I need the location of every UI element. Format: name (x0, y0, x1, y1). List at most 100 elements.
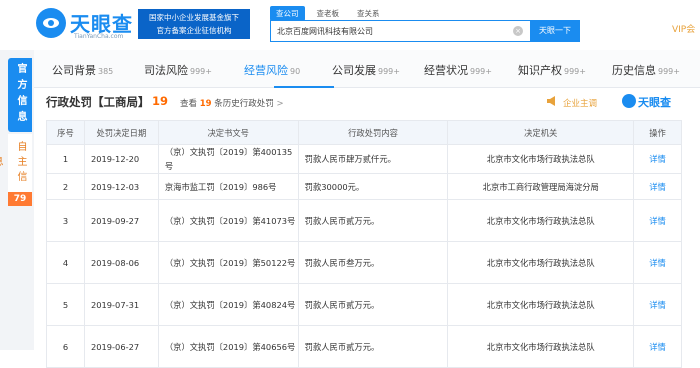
sidebar-self-info-badge: 79 (8, 192, 32, 206)
nav-count: 999+ (190, 67, 212, 76)
cell-doc-number: （京）文执罚〔2019〕第40824号 (157, 283, 299, 326)
search-tabs: 查公司 查老板 查关系 (270, 6, 392, 21)
nav-label: 公司背景 (52, 64, 96, 77)
nav-tab-operation-risk[interactable]: 经营风险 90 (244, 62, 300, 78)
detail-link[interactable]: 详情 (633, 173, 682, 200)
cell-authority: 北京市文化市场行政执法总队 (447, 283, 635, 326)
detail-link[interactable]: 详情 (633, 283, 682, 326)
nav-count: 999+ (378, 67, 400, 76)
cell-content: 罚款人民币肆万贰仟元。 (297, 144, 449, 174)
cell-content: 罚款人民币叁万元。 (297, 241, 449, 284)
table-row: 4 2019-08-06 （京）文执罚〔2019〕第50122号 罚款人民币叁万… (46, 241, 682, 284)
nav-tab-operation-status[interactable]: 经营状况 999+ (424, 62, 492, 78)
active-tab-indicator (274, 86, 334, 88)
nav-count: 999+ (470, 67, 492, 76)
table-row: 5 2019-07-31 （京）文执罚〔2019〕第40824号 罚款人民币贰万… (46, 283, 682, 326)
col-header-operation: 操作 (633, 120, 682, 145)
search-input[interactable]: 北京百度网讯科技有限公司 (270, 20, 530, 42)
cell-index: 5 (46, 283, 85, 326)
detail-link[interactable]: 详情 (633, 325, 682, 368)
table-row: 6 2019-06-27 （京）文执罚〔2019〕第40656号 罚款人民币贰万… (46, 325, 682, 368)
col-header-authority: 决定机关 (447, 120, 635, 145)
sidebar-tab-self-info[interactable]: 自主信息 (0, 134, 32, 192)
cell-content: 罚款人民币贰万元。 (297, 199, 449, 242)
nav-count: 90 (290, 67, 301, 76)
nav-label: 知识产权 (518, 64, 562, 77)
slogan-banner: 国家中小企业发展基金旗下 官方备案企业征信机构 (138, 9, 250, 39)
history-suffix: 条历史行政处罚 (214, 99, 274, 109)
cell-index: 2 (46, 173, 85, 200)
nav-label: 公司发展 (332, 64, 376, 77)
cell-index: 4 (46, 241, 85, 284)
brand-eye-icon (622, 94, 636, 108)
cell-date: 2019-12-03 (83, 173, 159, 200)
history-count: 19 (199, 99, 212, 109)
table-row: 1 2019-12-20 （京）文执罚〔2019〕第400135号 罚款人民币肆… (46, 144, 682, 174)
col-header-penalty-content: 行政处罚内容 (297, 120, 449, 145)
detail-link[interactable]: 详情 (633, 144, 682, 174)
section-title: 行政处罚【工商局】 (46, 95, 150, 109)
nav-count: 385 (98, 67, 114, 76)
table-row: 3 2019-09-27 （京）文执罚〔2019〕第41073号 罚款人民币贰万… (46, 199, 682, 242)
nav-label: 历史信息 (612, 64, 656, 77)
nav-count: 999+ (564, 67, 586, 76)
nav-tab-company-development[interactable]: 公司发展 999+ (332, 62, 400, 78)
cell-index: 6 (46, 325, 85, 368)
detail-link[interactable]: 详情 (633, 241, 682, 284)
search-button[interactable]: 天眼一下 (530, 20, 580, 42)
nav-count: 999+ (658, 67, 680, 76)
chevron-right-icon: > (276, 99, 284, 109)
cell-date: 2019-12-20 (83, 144, 159, 174)
eye-icon (43, 18, 59, 28)
nav-tab-intellectual-property[interactable]: 知识产权 999+ (518, 62, 586, 78)
section-count: 19 (152, 94, 169, 108)
tianyancha-logo-icon[interactable] (36, 8, 66, 38)
search-tab-relation[interactable]: 查关系 (351, 6, 386, 21)
cell-content: 罚款30000元。 (297, 173, 449, 200)
col-header-doc-number: 决定书文号 (157, 120, 299, 145)
megaphone-icon (547, 96, 555, 106)
history-prefix: 查看 (180, 99, 198, 109)
sidebar-tab-official-info[interactable]: 官方信息 (8, 58, 32, 132)
logo-subtext: TianYanCha.com (74, 33, 124, 40)
cell-date: 2019-08-06 (83, 241, 159, 284)
cell-content: 罚款人民币贰万元。 (297, 283, 449, 326)
nav-label: 经营风险 (244, 64, 288, 77)
nav-tab-judicial-risk[interactable]: 司法风险 999+ (144, 62, 212, 78)
cell-date: 2019-09-27 (83, 199, 159, 242)
vip-link[interactable]: VIP会 (672, 22, 695, 35)
cell-date: 2019-06-27 (83, 325, 159, 368)
highlight-link[interactable]: 企业主调 (563, 97, 597, 109)
penalty-table: 序号 处罚决定日期 决定书文号 行政处罚内容 决定机关 操作 1 2019-12… (46, 120, 682, 368)
nav-label: 经营状况 (424, 64, 468, 77)
cell-date: 2019-07-31 (83, 283, 159, 326)
cell-index: 3 (46, 199, 85, 242)
cell-doc-number: 京海市监工罚〔2019〕986号 (157, 173, 299, 200)
col-header-date: 处罚决定日期 (83, 120, 159, 145)
top-bar: 天眼查 TianYanCha.com 国家中小企业发展基金旗下 官方备案企业征信… (0, 0, 700, 50)
clear-icon[interactable]: × (513, 26, 523, 36)
cell-authority: 北京市文化市场行政执法总队 (447, 241, 635, 284)
table-row: 2 2019-12-03 京海市监工罚〔2019〕986号 罚款30000元。 … (46, 173, 682, 200)
cell-authority: 北京市文化市场行政执法总队 (447, 144, 635, 174)
detail-link[interactable]: 详情 (633, 199, 682, 242)
cell-authority: 北京市文化市场行政执法总队 (447, 325, 635, 368)
cell-doc-number: （京）文执罚〔2019〕第400135号 (157, 144, 299, 174)
search-tab-boss[interactable]: 查老板 (311, 6, 346, 21)
slogan-line-1: 国家中小企业发展基金旗下 (149, 13, 239, 22)
history-link[interactable]: 查看 19 条历史行政处罚 > (180, 97, 284, 109)
category-nav: 公司背景 385 司法风险 999+ 经营风险 90 公司发展 999+ 经营状况 999… (34, 50, 700, 88)
nav-tab-history-info[interactable]: 历史信息 999+ (612, 62, 680, 78)
cell-content: 罚款人民币贰万元。 (297, 325, 449, 368)
slogan-line-2: 官方备案企业征信机构 (156, 26, 232, 35)
brand-watermark: 天眼查 (638, 96, 671, 109)
nav-tab-company-background[interactable]: 公司背景 385 (52, 62, 113, 78)
col-header-index: 序号 (46, 120, 85, 145)
cell-index: 1 (46, 144, 85, 174)
cell-doc-number: （京）文执罚〔2019〕第41073号 (157, 199, 299, 242)
search-tab-company[interactable]: 查公司 (270, 6, 305, 21)
cell-doc-number: （京）文执罚〔2019〕第40656号 (157, 325, 299, 368)
cell-authority: 北京市文化市场行政执法总队 (447, 199, 635, 242)
nav-label: 司法风险 (144, 64, 188, 77)
cell-authority: 北京市工商行政管理局海淀分局 (447, 173, 635, 200)
